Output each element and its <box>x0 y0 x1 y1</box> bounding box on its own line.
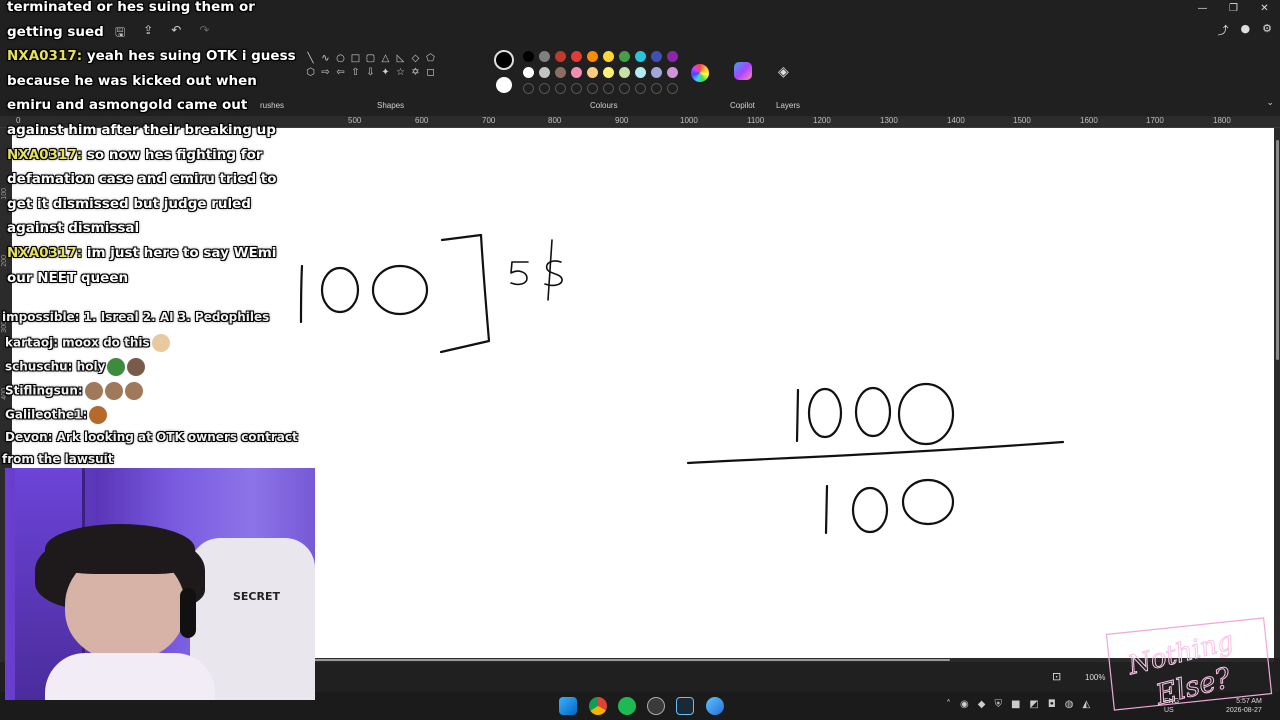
system-tray: ˄ ◉ ◆ ⛨ ■ ◩ ◘ ◍ ◭ <box>946 699 1090 710</box>
nothing-else-watermark: Nothing Else? <box>1105 617 1273 712</box>
tray-shield-icon[interactable]: ⛨ <box>994 699 1002 710</box>
paint-app-icon[interactable] <box>706 697 724 715</box>
fraction-line <box>686 440 1065 465</box>
chrome-icon[interactable] <box>589 697 607 715</box>
spotify-icon[interactable] <box>618 697 636 715</box>
chair-brand-label: SECRET <box>233 590 280 603</box>
webcam-streamer-shirt <box>45 653 215 700</box>
fit-to-window-icon[interactable]: ⊡ <box>1052 670 1061 683</box>
tray-network-icon[interactable]: ◭ <box>1083 699 1091 710</box>
tray-app-icon[interactable]: ◉ <box>960 699 969 710</box>
screen: 🖫 ⇪ ↶ ↷ — ❐ ✕ ⤴ ● ⚙ rushes ╲ ∿ ○ □ ▢ △ ◺… <box>0 0 1280 720</box>
tray-chevron-up-icon[interactable]: ˄ <box>946 699 951 710</box>
handwritten-100-left <box>299 264 429 324</box>
webcam-streamer-fringe <box>45 524 195 574</box>
tray-app-icon[interactable]: ◆ <box>978 699 986 710</box>
handwritten-bracket <box>439 233 491 354</box>
tray-app-icon[interactable]: ◘ <box>1048 699 1056 710</box>
horizontal-scrollbar-thumb[interactable] <box>300 659 950 661</box>
steam-icon[interactable] <box>676 697 694 715</box>
handwritten-1000 <box>795 382 955 446</box>
start-menu-icon[interactable] <box>559 697 577 715</box>
webcam-headset <box>180 588 196 638</box>
webcam-overlay: SECRET <box>5 468 315 700</box>
obs-icon[interactable] <box>647 697 665 715</box>
vertical-scrollbar-thumb[interactable] <box>1276 140 1279 360</box>
handwritten-100-right <box>824 478 955 535</box>
tray-app-icon[interactable]: ◩ <box>1029 699 1038 710</box>
tray-app-icon[interactable]: ◍ <box>1065 699 1074 710</box>
handwritten-5-dollar <box>510 239 563 301</box>
tray-app-icon[interactable]: ■ <box>1011 699 1020 710</box>
